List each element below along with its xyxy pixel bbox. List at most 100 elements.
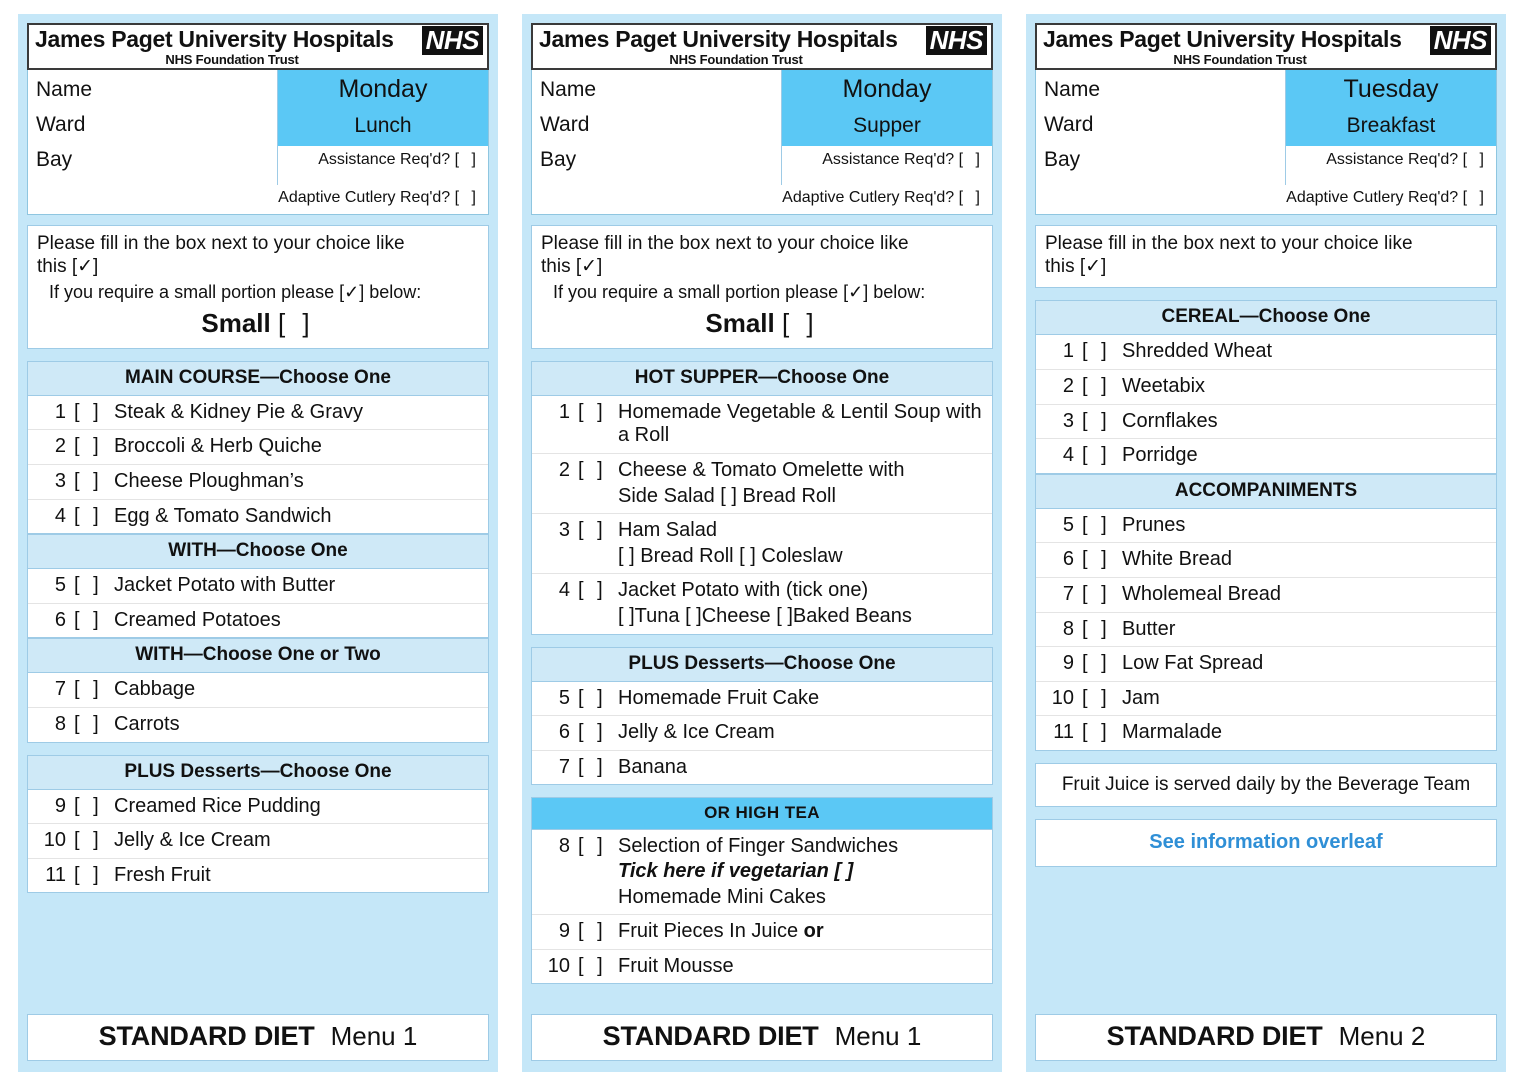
menu-item-row[interactable]: 8 [ ] Carrots [28,708,488,742]
ward-field[interactable]: Ward [36,109,277,144]
small-portion-row[interactable]: Small [ ] [37,304,479,339]
menu-item-row[interactable]: 2 [ ] Weetabix [1036,370,1496,405]
item-checkbox[interactable]: [ ] [578,721,618,745]
menu-item-row[interactable]: 8 [ ] Selection of Finger Sandwiches Tick h… [532,830,992,916]
item-sub-options[interactable]: [ ] Bread Roll [ ] Coleslaw [618,543,988,569]
item-checkbox[interactable]: [ ] [74,435,114,459]
item-checkbox[interactable]: [ ] [1082,514,1122,538]
menu-item-row[interactable]: 10 [ ] Jam [1036,682,1496,717]
menu-item-row[interactable]: 10 [ ] Fruit Mousse [532,950,992,984]
menu-item-row[interactable]: 4 [ ] Porridge [1036,439,1496,473]
item-text-wrap: Fruit Pieces In Juice or [618,920,988,944]
menu-item-row[interactable]: 7 [ ] Banana [532,751,992,785]
menu-item-row[interactable]: 10 [ ] Jelly & Ice Cream [28,824,488,859]
item-sub-options[interactable]: Homemade Mini Cakes [618,884,988,910]
menu-item-row[interactable]: 6 [ ] White Bread [1036,543,1496,578]
item-checkbox[interactable]: [ ] [74,829,114,853]
item-checkbox[interactable]: [ ] [578,519,618,543]
bay-field[interactable]: Bay [540,144,781,179]
bay-field[interactable]: Bay [36,144,277,179]
item-checkbox[interactable]: [ ] [74,574,114,598]
item-number: 6 [1062,548,1074,571]
menu-item-row[interactable]: 2 [ ] Cheese & Tomato Omelette with Side Sa… [532,454,992,515]
patient-fields: Name Ward Bay [28,70,278,185]
adaptive-cutlery-checkbox[interactable]: [ ] [959,189,984,206]
assistance-required-row[interactable]: Assistance Req'd? [ ] [278,146,488,173]
item-checkbox[interactable]: [ ] [74,470,114,494]
name-field[interactable]: Name [540,74,781,109]
assistance-required-row[interactable]: Assistance Req'd? [ ] [1286,146,1496,173]
item-checkbox[interactable]: [ ] [74,678,114,702]
menu-item-row[interactable]: 3 [ ] Ham Salad[ ] Bread Roll [ ] Coleslaw [532,514,992,575]
item-checkbox[interactable]: [ ] [578,920,618,944]
item-sub-options[interactable]: Side Salad [ ] Bread Roll [618,483,988,509]
item-checkbox[interactable]: [ ] [1082,375,1122,399]
item-checkbox[interactable]: [ ] [1082,410,1122,434]
item-checkbox[interactable]: [ ] [1082,340,1122,364]
item-checkbox[interactable]: [ ] [1082,583,1122,607]
menu-item-row[interactable]: 5 [ ] Prunes [1036,509,1496,544]
menu-item-row[interactable]: 5 [ ] Jacket Potato with Butter [28,569,488,604]
item-checkbox[interactable]: [ ] [74,864,114,888]
menu-item-row[interactable]: 7 [ ] Cabbage [28,673,488,708]
menu-item-row[interactable]: 8 [ ] Butter [1036,613,1496,648]
adaptive-cutlery-checkbox[interactable]: [ ] [1463,189,1488,206]
menu-item-row[interactable]: 1 [ ] Homemade Vegetable & Lentil Soup wit… [532,396,992,455]
bay-field[interactable]: Bay [1044,144,1285,179]
item-text-wrap: Carrots [114,713,484,737]
small-portion-checkbox[interactable]: [ ] [782,308,819,338]
item-checkbox[interactable]: [ ] [74,505,114,529]
see-information-overleaf-link[interactable]: See information overleaf [1035,819,1497,868]
menu-item-row[interactable]: 3 [ ] Cornflakes [1036,405,1496,440]
name-field[interactable]: Name [1044,74,1285,109]
menu-item-row[interactable]: 5 [ ] Homemade Fruit Cake [532,682,992,717]
adaptive-cutlery-row[interactable]: Adaptive Cutlery Req'd? [ ] [28,185,488,214]
small-portion-row[interactable]: Small [ ] [541,304,983,339]
item-checkbox[interactable]: [ ] [74,713,114,737]
small-portion-checkbox[interactable]: [ ] [278,308,315,338]
menu-item-row[interactable]: 4 [ ] Jacket Potato with (tick one)[ ]Tuna… [532,574,992,633]
menu-item-row[interactable]: 9 [ ] Fruit Pieces In Juice or [532,915,992,950]
item-checkbox[interactable]: [ ] [578,955,618,979]
item-checkbox[interactable]: [ ] [578,756,618,780]
adaptive-cutlery-checkbox[interactable]: [ ] [455,189,480,206]
item-checkbox[interactable]: [ ] [74,795,114,819]
item-checkbox[interactable]: [ ] [578,401,618,425]
menu-item-row[interactable]: 2 [ ] Broccoli & Herb Quiche [28,430,488,466]
ward-field[interactable]: Ward [1044,109,1285,144]
menu-item-row[interactable]: 3 [ ] Cheese Ploughman’s [28,465,488,500]
item-checkbox[interactable]: [ ] [578,687,618,711]
menu-item-row[interactable]: 4 [ ] Egg & Tomato Sandwich [28,500,488,534]
item-checkbox[interactable]: [ ] [74,609,114,633]
item-label: Butter [1122,617,1176,640]
item-checkbox[interactable]: [ ] [578,579,618,603]
menu-item-row[interactable]: 1 [ ] Steak & Kidney Pie & Gravy [28,396,488,431]
menu-item-row[interactable]: 9 [ ] Low Fat Spread [1036,647,1496,682]
assistance-checkbox[interactable]: [ ] [959,151,984,168]
menu-item-row[interactable]: 1 [ ] Shredded Wheat [1036,335,1496,370]
menu-item-row[interactable]: 11 [ ] Fresh Fruit [28,859,488,893]
ward-field[interactable]: Ward [540,109,781,144]
assistance-checkbox[interactable]: [ ] [1463,151,1488,168]
vegetarian-tick-line[interactable]: Tick here if vegetarian [ ] [618,859,988,884]
item-checkbox[interactable]: [ ] [1082,444,1122,468]
name-field[interactable]: Name [36,74,277,109]
item-checkbox[interactable]: [ ] [578,459,618,483]
adaptive-cutlery-row[interactable]: Adaptive Cutlery Req'd? [ ] [1036,185,1496,214]
item-checkbox[interactable]: [ ] [74,401,114,425]
adaptive-cutlery-row[interactable]: Adaptive Cutlery Req'd? [ ] [532,185,992,214]
item-checkbox[interactable]: [ ] [1082,548,1122,572]
item-checkbox[interactable]: [ ] [578,835,618,859]
assistance-required-row[interactable]: Assistance Req'd? [ ] [782,146,992,173]
item-checkbox[interactable]: [ ] [1082,652,1122,676]
menu-item-row[interactable]: 6 [ ] Creamed Potatoes [28,604,488,638]
item-checkbox[interactable]: [ ] [1082,687,1122,711]
menu-item-row[interactable]: 7 [ ] Wholemeal Bread [1036,578,1496,613]
assistance-checkbox[interactable]: [ ] [455,151,480,168]
item-checkbox[interactable]: [ ] [1082,618,1122,642]
menu-item-row[interactable]: 9 [ ] Creamed Rice Pudding [28,790,488,825]
menu-item-row[interactable]: 11 [ ] Marmalade [1036,716,1496,750]
item-checkbox[interactable]: [ ] [1082,721,1122,745]
item-sub-options[interactable]: [ ]Tuna [ ]Cheese [ ]Baked Beans [618,603,988,629]
menu-item-row[interactable]: 6 [ ] Jelly & Ice Cream [532,716,992,751]
